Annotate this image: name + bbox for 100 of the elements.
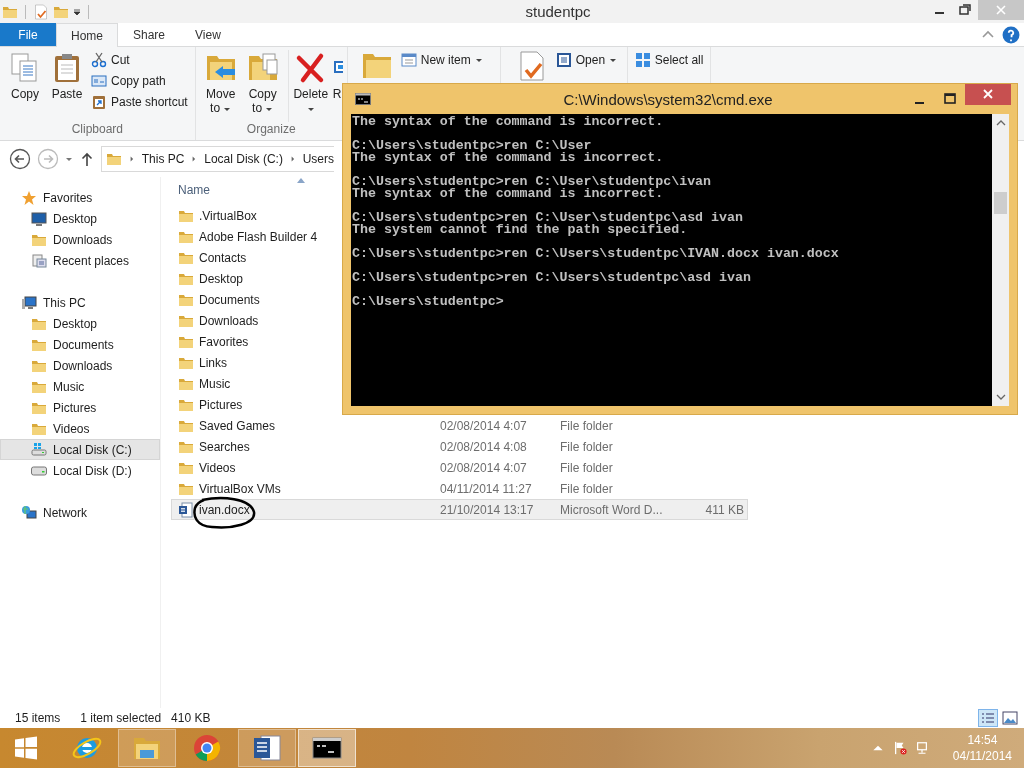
nav-item[interactable]: Desktop: [0, 313, 160, 334]
file-name: .VirtualBox: [199, 208, 257, 223]
ribbon-tab[interactable]: Share: [118, 23, 181, 46]
scroll-down-icon[interactable]: [995, 393, 1006, 401]
file-row[interactable]: Links: [171, 352, 234, 373]
console-line: The system cannot find the path specified.: [352, 224, 688, 236]
nav-item[interactable]: Local Disk (D:): [0, 460, 160, 481]
file-name: Music: [199, 376, 231, 391]
breadcrumb[interactable]: Users: [302, 152, 334, 166]
ribbon-tab[interactable]: View: [180, 23, 236, 46]
file-name: Saved Games: [199, 418, 276, 433]
nav-item[interactable]: Local Disk (C:): [0, 439, 160, 460]
new-item-icon: [400, 52, 417, 68]
taskbar-button[interactable]: [298, 729, 356, 767]
nav-item[interactable]: Desktop: [0, 208, 160, 229]
sort-arrow-icon: [297, 178, 305, 183]
ribbon-button[interactable]: Open: [552, 50, 621, 70]
file-row[interactable]: Pictures: [171, 394, 250, 415]
type-cell-text: File folder: [560, 439, 614, 454]
console-line: The syntax of the command is incorrect.: [352, 188, 664, 200]
back-button[interactable]: [9, 148, 31, 170]
date-cell-text: 04/11/2014 11:27: [440, 481, 533, 496]
file-row[interactable]: Music: [171, 373, 238, 394]
scroll-up-icon[interactable]: [995, 119, 1006, 127]
group-label: Organize: [245, 122, 297, 138]
address-bar[interactable]: This PC Local Disk (C:) Users: [101, 146, 334, 172]
ribbon-button[interactable]: Copy path: [88, 71, 191, 91]
forward-button[interactable]: [37, 148, 59, 170]
type-cell-text: File folder: [560, 418, 614, 433]
ribbon-tab[interactable]: Home: [56, 23, 118, 47]
window-title: C:\Windows\system32\cmd.exe: [563, 90, 773, 108]
file-row[interactable]: Desktop: [171, 268, 251, 289]
ribbon-button[interactable]: Paste: [46, 50, 88, 122]
breadcrumb[interactable]: Local Disk (C:): [204, 152, 283, 166]
console-line: The syntax of the command is incorrect.: [352, 116, 664, 128]
file-name: Contacts: [199, 250, 247, 265]
file-name: VirtualBox VMs: [199, 481, 281, 496]
ribbon-button[interactable]: Select all: [631, 50, 707, 70]
help-icon[interactable]: [1002, 25, 1020, 44]
console-line: C:\Users\studentpc>ren C:\User\studentpc\asd ivan: [352, 212, 743, 224]
scroll-thumb[interactable]: [994, 192, 1007, 214]
ribbon-button[interactable]: Delete: [287, 50, 332, 122]
console-line: C:\Users\studentpc>ren C:\User: [352, 140, 592, 152]
console-line: C:\Users\studentpc>ren C:\User\studentpc\ivan: [352, 176, 712, 188]
network-icon[interactable]: [914, 741, 929, 755]
up-arrow-icon[interactable]: [79, 151, 95, 167]
nav-item[interactable]: Pictures: [0, 397, 160, 418]
date-cell-text: 21/10/2014 13:17: [440, 502, 535, 517]
chevron-icon[interactable]: [130, 155, 134, 163]
nav-item[interactable]: Documents: [0, 334, 160, 355]
nav-item[interactable]: Downloads: [0, 355, 160, 376]
column-header[interactable]: Name: [178, 183, 210, 197]
file-row[interactable]: Favorites: [171, 331, 256, 352]
nav-item[interactable]: Network: [0, 502, 160, 523]
file-row[interactable]: Searches 02/08/2014 4:08 File folder: [171, 436, 748, 457]
file-name: Adobe Flash Builder 4: [199, 229, 318, 244]
close-button[interactable]: [965, 84, 1011, 105]
shortcut-icon: [91, 94, 107, 110]
ribbon-button[interactable]: New item: [397, 50, 486, 70]
file-name: Links: [199, 355, 227, 370]
chevron-icon[interactable]: [192, 155, 197, 163]
ribbon-button[interactable]: Paste shortcut: [88, 92, 191, 112]
large-icons-view-icon[interactable]: [1000, 709, 1020, 727]
type-cell-text: File folder: [560, 460, 614, 475]
taskbar-button[interactable]: [238, 729, 296, 767]
file-name: Downloads: [199, 313, 259, 328]
breadcrumb[interactable]: This PC: [141, 152, 185, 166]
open-icon: [555, 52, 572, 68]
chevron-icon[interactable]: [290, 155, 295, 163]
computer-icon: [21, 294, 37, 311]
file-row[interactable]: .VirtualBox: [171, 205, 264, 226]
nav-item[interactable]: Downloads: [0, 229, 160, 250]
nav-item[interactable]: Videos: [0, 418, 160, 439]
caret-icon[interactable]: [73, 7, 81, 16]
file-row[interactable]: Downloads: [171, 310, 266, 331]
details-view-icon[interactable]: [978, 709, 998, 727]
file-row[interactable]: Videos 02/08/2014 4:07 File folder: [171, 457, 748, 478]
file-row[interactable]: ivan.docx 21/10/2014 13:17 Microsoft Word D... 411 KB: [171, 499, 748, 520]
file-row[interactable]: Adobe Flash Builder 4: [171, 226, 325, 247]
item-count: 15 items: [15, 711, 61, 725]
ribbon-button[interactable]: Cut: [88, 50, 191, 70]
scrollbar[interactable]: [992, 114, 1009, 406]
ribbon-button[interactable]: Copy: [4, 50, 46, 122]
date-cell-text: 02/08/2014 4:07: [440, 418, 528, 433]
file-row[interactable]: VirtualBox VMs 04/11/2014 11:27 File folder: [171, 478, 748, 499]
document-icon: [178, 501, 194, 518]
start-button[interactable]: [14, 736, 38, 760]
file-row[interactable]: Documents: [171, 289, 267, 310]
monitor-icon: [31, 210, 47, 227]
ribbon-tab[interactable]: File: [0, 23, 56, 46]
file-row[interactable]: Saved Games 02/08/2014 4:07 File folder: [171, 415, 748, 436]
nav-item[interactable]: Recent places: [0, 250, 160, 271]
nav-item[interactable]: This PC: [0, 292, 160, 313]
nav-item[interactable]: Favorites: [0, 187, 160, 208]
file-row[interactable]: Contacts: [171, 247, 254, 268]
nav-item[interactable]: Music: [0, 376, 160, 397]
flag-icon[interactable]: [892, 741, 907, 755]
ribbon-button[interactable]: Move to: [199, 50, 242, 122]
ribbon-button[interactable]: Copy to: [241, 50, 284, 122]
properties-icon[interactable]: [33, 3, 49, 20]
